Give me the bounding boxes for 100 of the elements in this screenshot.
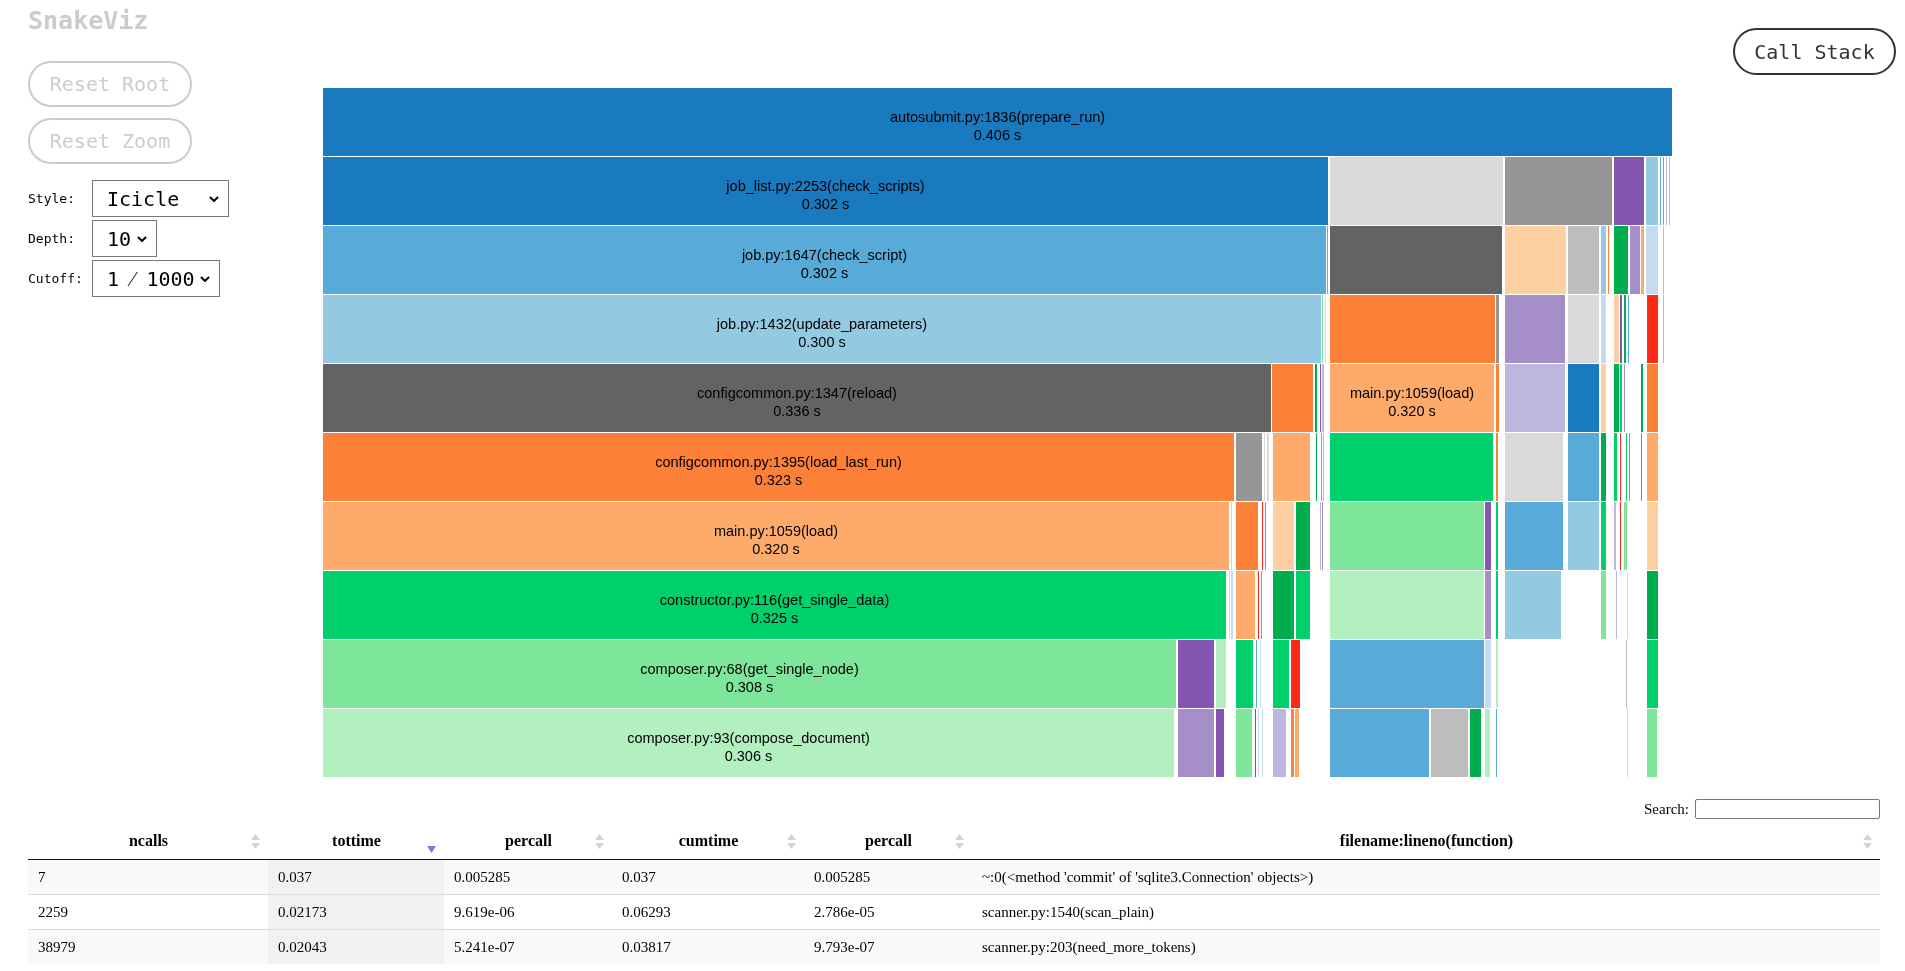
call-block[interactable] — [1505, 502, 1563, 570]
call-block[interactable] — [1647, 502, 1658, 570]
call-block[interactable] — [1647, 640, 1658, 708]
call-block[interactable]: job_list.py:2253(check_scripts) 0.302 s — [323, 157, 1328, 225]
call-block[interactable] — [1630, 226, 1640, 294]
call-block[interactable] — [1470, 709, 1481, 777]
call-block[interactable] — [1273, 502, 1294, 570]
function-name: autosubmit.py:1836(prepare_run) — [889, 107, 1106, 126]
call-block[interactable] — [1614, 364, 1619, 432]
call-block[interactable] — [1505, 226, 1566, 294]
call-block[interactable] — [1431, 709, 1468, 777]
call-block[interactable] — [1236, 571, 1255, 639]
call-block[interactable]: job.py:1432(update_parameters) 0.300 s — [323, 295, 1321, 363]
call-block[interactable] — [1601, 571, 1606, 639]
call-block[interactable]: configcommon.py:1347(reload) 0.336 s — [323, 364, 1271, 432]
call-block[interactable]: composer.py:93(compose_document) 0.306 s — [323, 709, 1174, 777]
call-stack-button[interactable]: Call Stack — [1733, 28, 1896, 75]
call-block[interactable] — [1485, 709, 1490, 777]
column-header[interactable]: ncalls — [28, 822, 268, 860]
call-block[interactable]: autosubmit.py:1836(prepare_run) 0.406 s — [323, 88, 1672, 156]
call-block[interactable]: main.py:1059(load) 0.320 s — [323, 502, 1229, 570]
call-block[interactable] — [1505, 157, 1612, 225]
call-block[interactable]: constructor.py:116(get_single_data) 0.325 s — [323, 571, 1226, 639]
call-block[interactable] — [1496, 364, 1499, 432]
duration-text: 0.300 s — [798, 332, 846, 351]
call-block[interactable] — [1236, 433, 1262, 501]
call-block[interactable] — [1330, 295, 1495, 363]
cutoff-dropdown[interactable]: 1 ⁄ 1000 — [92, 260, 220, 297]
call-block[interactable] — [1505, 364, 1565, 432]
call-block[interactable] — [1216, 709, 1224, 777]
call-block[interactable]: job.py:1647(check_script) 0.302 s — [323, 226, 1326, 294]
column-header[interactable]: filename:lineno(function) — [972, 822, 1880, 860]
call-block[interactable] — [1485, 571, 1491, 639]
call-block[interactable] — [1568, 226, 1599, 294]
column-header[interactable]: cumtime — [612, 822, 804, 860]
field-label: Style: — [28, 190, 76, 207]
call-block[interactable] — [1330, 157, 1503, 225]
call-block[interactable] — [1614, 433, 1617, 501]
style-dropdown[interactable]: Icicle — [92, 180, 229, 217]
call-block[interactable] — [1295, 709, 1299, 777]
call-block[interactable] — [1647, 709, 1657, 777]
call-block[interactable] — [1647, 571, 1658, 639]
call-block[interactable] — [1296, 571, 1310, 639]
call-block[interactable] — [1236, 502, 1258, 570]
call-block[interactable] — [1330, 433, 1493, 501]
call-block[interactable] — [1330, 226, 1502, 294]
call-block[interactable] — [1496, 295, 1499, 363]
call-block[interactable] — [1330, 571, 1484, 639]
call-block[interactable] — [1178, 640, 1214, 708]
call-block[interactable] — [1505, 571, 1561, 639]
depth-dropdown[interactable]: 10 — [92, 220, 157, 257]
call-block[interactable] — [1273, 709, 1286, 777]
call-block[interactable] — [1330, 640, 1484, 708]
call-block[interactable] — [1216, 640, 1226, 708]
call-block[interactable] — [1647, 433, 1658, 501]
call-block[interactable] — [1647, 295, 1658, 363]
column-header[interactable]: percall — [804, 822, 972, 860]
call-block[interactable] — [1646, 157, 1658, 225]
call-block[interactable] — [1236, 709, 1252, 777]
call-block[interactable] — [1485, 502, 1491, 570]
call-block[interactable]: composer.py:68(get_single_node) 0.308 s — [323, 640, 1176, 708]
call-block[interactable] — [1273, 433, 1310, 501]
call-block[interactable] — [1568, 502, 1599, 570]
call-block[interactable] — [1273, 571, 1294, 639]
column-header[interactable]: tottime — [268, 822, 444, 860]
duration-text: 0.323 s — [754, 470, 803, 489]
call-block[interactable] — [1614, 226, 1628, 294]
call-block[interactable] — [1641, 226, 1644, 294]
call-block[interactable] — [1485, 640, 1491, 708]
call-block[interactable] — [1236, 640, 1253, 708]
search-field[interactable] — [1695, 799, 1880, 819]
function-name: composer.py:93(compose_document) — [627, 728, 870, 747]
table-cell: 0.03817 — [612, 929, 804, 964]
call-block[interactable] — [1272, 364, 1313, 432]
call-block[interactable] — [1568, 295, 1599, 363]
call-block[interactable] — [1647, 364, 1658, 432]
call-block[interactable] — [1568, 364, 1599, 432]
call-block[interactable] — [1291, 640, 1300, 708]
call-block[interactable] — [1505, 295, 1565, 363]
call-block[interactable] — [1601, 433, 1606, 501]
call-block[interactable] — [1614, 295, 1619, 363]
call-block[interactable] — [1330, 709, 1429, 777]
call-block[interactable] — [1624, 502, 1627, 570]
call-block[interactable]: configcommon.py:1395(load_last_run) 0.323 s — [323, 433, 1234, 501]
chevron-icon — [200, 275, 210, 282]
call-block[interactable] — [1291, 709, 1294, 777]
call-block[interactable] — [1330, 502, 1484, 570]
call-block[interactable] — [1273, 640, 1289, 708]
call-block[interactable] — [1296, 502, 1310, 570]
call-block[interactable] — [1568, 433, 1599, 501]
call-block[interactable] — [1505, 433, 1563, 501]
column-header[interactable]: percall — [444, 822, 612, 860]
call-block[interactable]: main.py:1059(load) 0.320 s — [1330, 364, 1494, 432]
call-block[interactable] — [1601, 364, 1606, 432]
call-block[interactable] — [1601, 226, 1606, 294]
call-block[interactable] — [1614, 157, 1644, 225]
call-block[interactable] — [1646, 226, 1658, 294]
call-block[interactable] — [1601, 502, 1606, 570]
call-block[interactable] — [1601, 295, 1606, 363]
call-block[interactable] — [1178, 709, 1214, 777]
